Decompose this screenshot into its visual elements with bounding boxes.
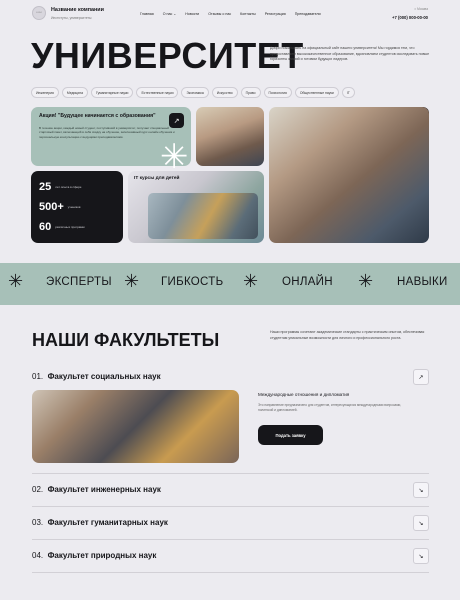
nav-item-registration[interactable]: Регистрация — [265, 12, 286, 16]
ticker-item: ОНЛАЙН — [282, 276, 333, 288]
nav-item-contacts[interactable]: Контакты — [240, 12, 256, 16]
divider — [32, 473, 429, 474]
ticker-band: ✳ ЭКСПЕРТЫ ✳ ГИБКОСТЬ ✳ ОНЛАЙН ✳ НАВЫКИ — [0, 263, 460, 305]
faculty-number: 01. — [32, 372, 44, 381]
arrow-down-right-icon[interactable]: ↘ — [413, 548, 429, 564]
asterisk-icon: ✳ — [243, 271, 259, 291]
tag-chip[interactable]: Психология — [263, 87, 292, 98]
main-nav: Главная О нас ⌄ Новости Отзывы о нас Кон… — [140, 12, 330, 16]
company-logo[interactable]: LOGO — [32, 6, 46, 20]
faculties-description: Наши программы сочетают академические ст… — [270, 330, 425, 340]
faculty-classroom-photo — [32, 390, 239, 463]
stat-value: 60 — [39, 221, 52, 233]
company-name: Название компании — [51, 7, 104, 13]
tag-chip[interactable]: Естественные науки — [136, 87, 179, 98]
asterisk-icon: ✳ — [8, 271, 24, 291]
nav-item-teachers[interactable]: Преподаватели — [295, 12, 321, 16]
faculty-name: Факультет инженерных наук — [47, 485, 161, 494]
city-label: г. Москва — [414, 7, 428, 11]
tag-chip[interactable]: Общественные науки — [294, 87, 339, 98]
faculty-heading[interactable]: 03. Факультет гуманитарных наук — [32, 518, 168, 527]
arrow-up-right-icon[interactable]: ↗ — [413, 369, 429, 385]
ticker-item: ЭКСПЕРТЫ — [46, 276, 112, 288]
promo-text: В течение акции, каждый новый студент, п… — [39, 125, 175, 139]
hero-title: УНИВЕРСИТЕТ — [31, 35, 304, 76]
phone-link[interactable]: +7 (000) 000-00-00 — [392, 15, 428, 20]
stat-label: учеников — [67, 205, 81, 209]
faculty-number: 02. — [32, 485, 44, 494]
faculty-name: Факультет социальных наук — [47, 372, 161, 381]
stat-value: 500+ — [39, 201, 64, 213]
stat-item: 25 лет опыта в сфере — [39, 177, 115, 197]
arrow-down-right-icon[interactable]: ↘ — [413, 482, 429, 498]
it-courses-card[interactable]: IT курсы для детей — [128, 171, 264, 243]
tag-chip[interactable]: Гуманитарные науки — [90, 87, 134, 98]
students-laptop-photo — [196, 107, 264, 166]
promo-title: Акция! "Будущее начинается с образования… — [39, 113, 156, 119]
company-subtitle: Институты, университеты — [51, 15, 92, 20]
faculties-title: НАШИ ФАКУЛЬТЕТЫ — [32, 330, 220, 350]
faculty-heading[interactable]: 01. Факультет социальных наук — [32, 372, 161, 381]
stat-item: 500+ учеников — [39, 197, 115, 217]
nav-item-about[interactable]: О нас ⌄ — [163, 12, 177, 16]
tag-chip[interactable]: Право — [240, 87, 261, 98]
sparkle-icon: ✳ — [160, 138, 189, 176]
faculty-heading[interactable]: 04. Факультет природных наук — [32, 551, 156, 560]
faculty-name: Факультет гуманитарных наук — [47, 518, 168, 527]
faculty-number: 03. — [32, 518, 44, 527]
stat-label: лет опыта в сфере — [55, 185, 82, 189]
faculty-name: Факультет природных наук — [47, 551, 157, 560]
stat-label: различных программ — [55, 225, 85, 229]
stat-value: 25 — [39, 181, 52, 193]
tag-chip[interactable]: Искусство — [211, 87, 238, 98]
stats-card: 25 лет опыта в сфере 500+ учеников 60 ра… — [31, 171, 123, 243]
arrow-up-right-icon[interactable]: ↗ — [169, 113, 184, 128]
page: LOGO Название компании Институты, универ… — [0, 0, 460, 600]
site-header: LOGO Название компании Институты, универ… — [0, 0, 460, 30]
it-courses-label: IT курсы для детей — [134, 176, 180, 181]
faculty-program-title: Международные отношения и дипломатия — [258, 392, 350, 397]
asterisk-icon: ✳ — [124, 271, 140, 291]
stat-item: 60 различных программ — [39, 217, 115, 237]
nav-item-news[interactable]: Новости — [185, 12, 199, 16]
kids-computers-photo — [148, 193, 258, 239]
nav-item-home[interactable]: Главная — [140, 12, 154, 16]
divider — [32, 506, 429, 507]
tag-list: Инженерия Медицина Гуманитарные науки Ес… — [31, 87, 431, 98]
lecture-hall-photo — [269, 107, 429, 243]
divider — [32, 572, 429, 573]
tag-chip[interactable]: Экономика — [181, 87, 209, 98]
faculty-number: 04. — [32, 551, 44, 560]
nav-item-reviews[interactable]: Отзывы о нас — [208, 12, 231, 16]
tag-chip[interactable]: IT — [341, 87, 355, 98]
arrow-down-right-icon[interactable]: ↘ — [413, 515, 429, 531]
hero-description: Добро пожаловать на официальный сайт наш… — [270, 46, 430, 62]
faculty-apply-button[interactable]: Подать заявку — [258, 425, 323, 445]
tag-chip[interactable]: Медицина — [61, 87, 88, 98]
ticker-item: НАВЫКИ — [397, 276, 448, 288]
tag-chip[interactable]: Инженерия — [31, 87, 59, 98]
asterisk-icon: ✳ — [358, 271, 374, 291]
divider — [32, 539, 429, 540]
ticker-item: ГИБКОСТЬ — [161, 276, 224, 288]
faculty-heading[interactable]: 02. Факультет инженерных наук — [32, 485, 161, 494]
faculty-program-text: Это направление предназначено для студен… — [258, 403, 402, 412]
